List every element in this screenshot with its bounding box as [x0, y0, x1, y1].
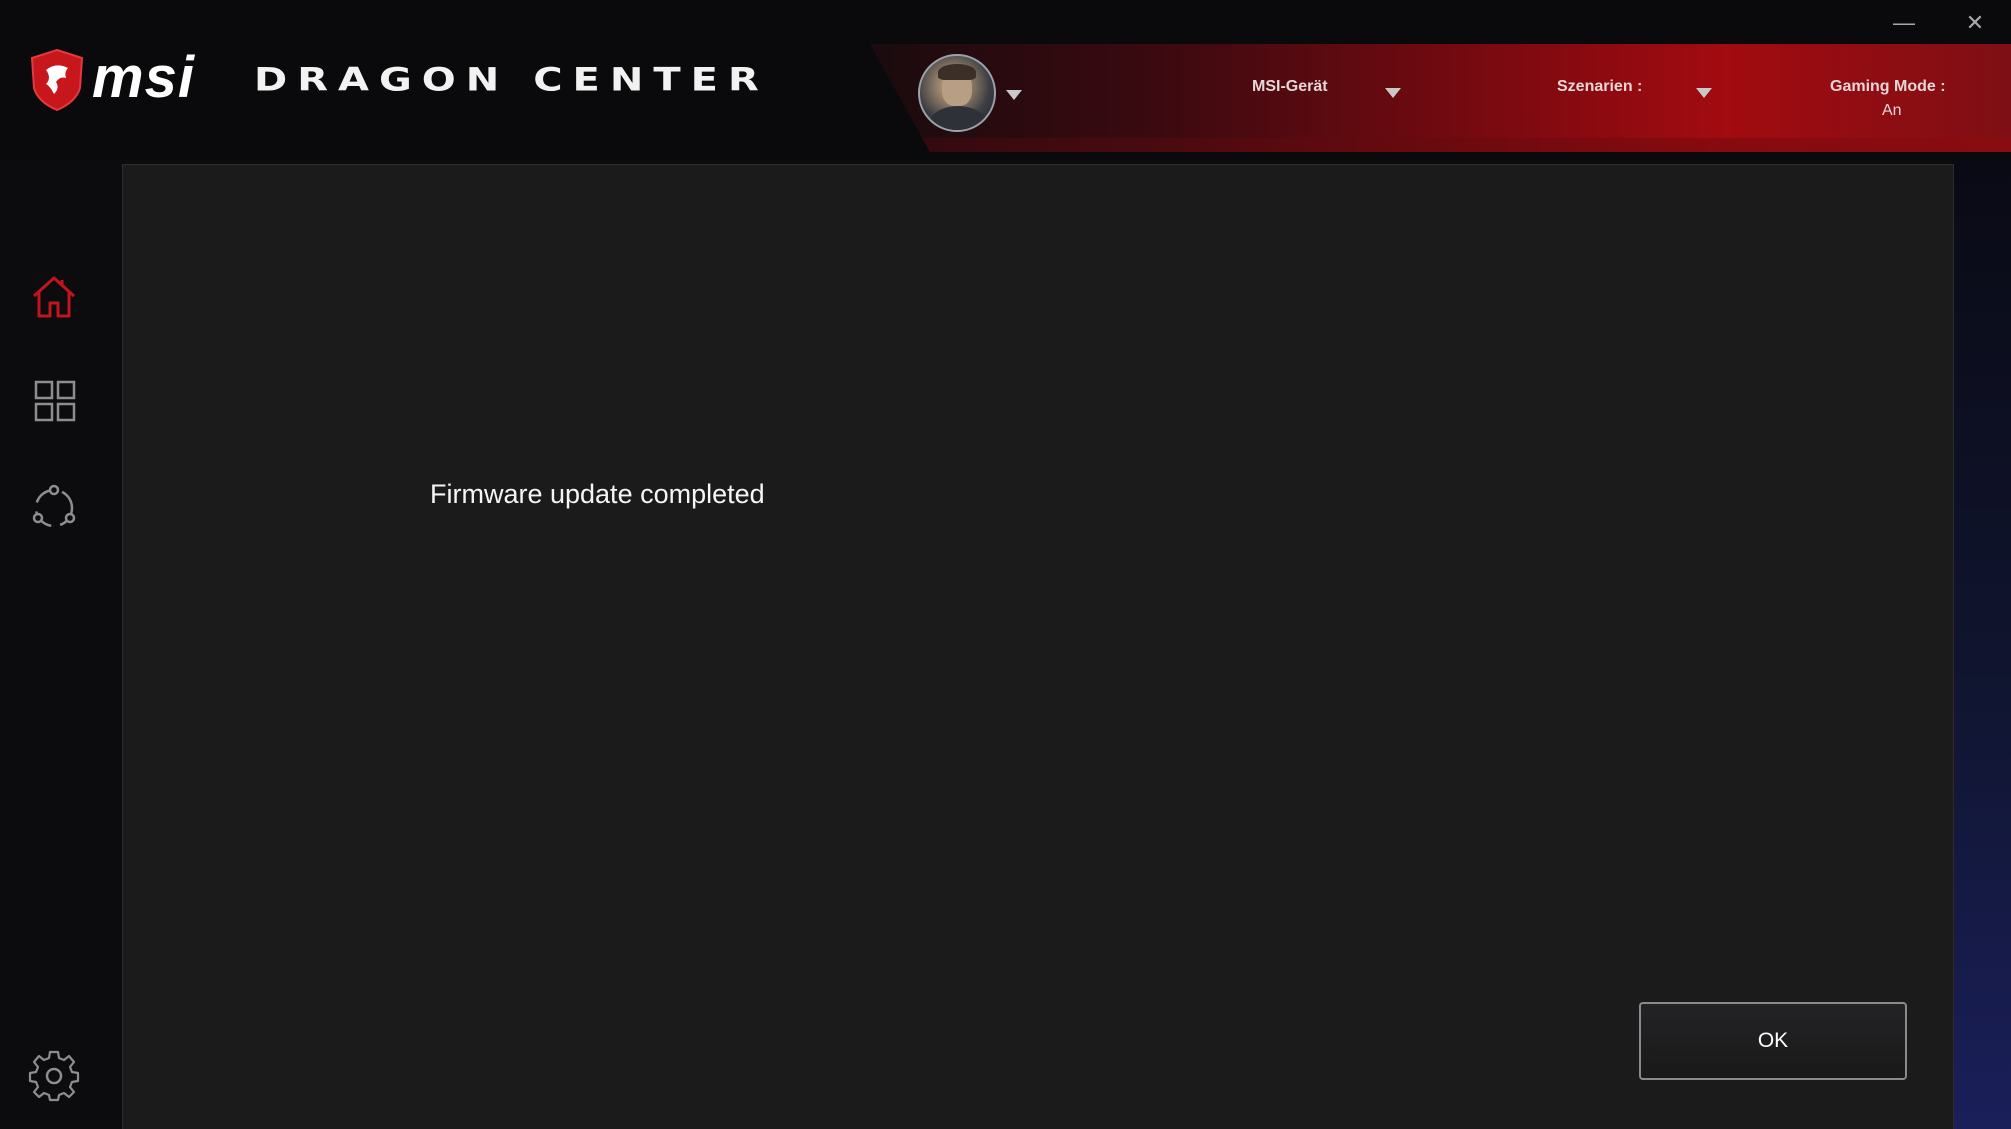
- dragon-center-window: msi DRAGON CENTER MSI-Gerät Szenarien : …: [0, 0, 2011, 1129]
- edge-glow: [1951, 150, 2011, 1129]
- minimize-button[interactable]: —: [1884, 6, 1924, 40]
- sidebar: [0, 160, 122, 1129]
- dialog-message: Firmware update completed: [430, 479, 765, 509]
- settings-gear-icon[interactable]: [28, 1050, 80, 1102]
- app-header: msi DRAGON CENTER MSI-Gerät Szenarien : …: [0, 0, 2011, 160]
- avatar-hair: [938, 64, 976, 80]
- profile-chevron-down-icon[interactable]: [1006, 90, 1022, 100]
- device-chevron-down-icon[interactable]: [1385, 88, 1401, 98]
- device-menu-label[interactable]: MSI-Gerät: [1252, 77, 1328, 97]
- network-icon[interactable]: [28, 482, 80, 534]
- avatar-body: [928, 106, 988, 130]
- scenario-chevron-down-icon[interactable]: [1696, 88, 1712, 98]
- msi-logo-text: msi: [92, 45, 195, 110]
- header-red-banner: [870, 44, 2011, 152]
- home-icon[interactable]: [28, 270, 80, 322]
- user-avatar[interactable]: [918, 54, 996, 132]
- apps-grid-icon[interactable]: [34, 380, 76, 422]
- ok-button[interactable]: OK: [1639, 1002, 1907, 1080]
- msi-dragon-shield-icon: [30, 48, 84, 112]
- gaming-mode-label[interactable]: Gaming Mode :: [1830, 77, 1946, 97]
- firmware-update-dialog: Firmware update completed OK: [122, 164, 1954, 1129]
- scenario-menu-label[interactable]: Szenarien :: [1557, 77, 1642, 97]
- close-button[interactable]: ✕: [1955, 6, 1995, 40]
- gaming-mode-value[interactable]: An: [1882, 101, 1902, 121]
- app-title: DRAGON CENTER: [254, 61, 769, 99]
